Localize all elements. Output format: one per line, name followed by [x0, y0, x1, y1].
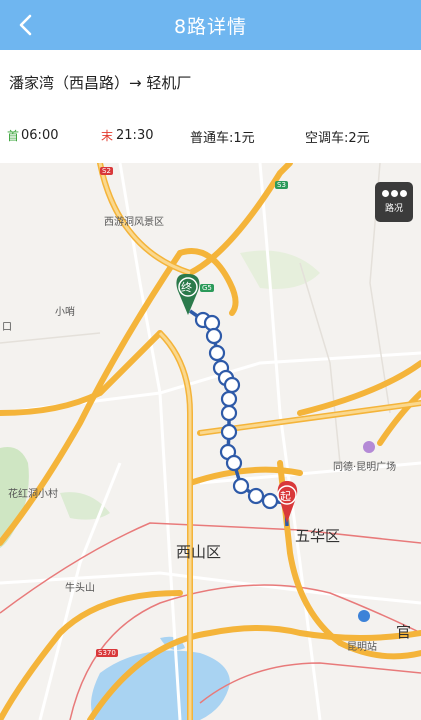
bus-stop[interactable] — [232, 477, 250, 495]
place-label: 小哨 — [55, 307, 75, 318]
place-label: 口 — [2, 322, 12, 333]
route-name: 潘家湾（西昌路）→ 轻机厂 — [9, 74, 192, 92]
chevron-left-icon — [19, 14, 32, 36]
start-marker-label: 起 — [280, 490, 291, 503]
page-title: 8路详情 — [173, 15, 248, 38]
traffic-toggle-label: 路况 — [384, 204, 403, 214]
district-label: 西山区 — [176, 543, 222, 561]
road-shield: S3 — [275, 181, 288, 189]
map-canvas[interactable] — [0, 163, 421, 720]
last-tag: 末 — [101, 129, 114, 143]
title-bar: 8路详情 — [0, 0, 421, 50]
park-area-3 — [240, 250, 320, 289]
normal-fare: 普通车:1元 — [190, 131, 255, 146]
place-label: 西游洞风景区 — [104, 217, 164, 228]
place-label: 花红洞小村 — [8, 489, 58, 500]
place-label: 官 — [396, 623, 412, 641]
train-station-icon — [358, 610, 370, 622]
end-marker-label: 终 — [181, 281, 192, 294]
expressways — [0, 163, 421, 720]
back-button[interactable] — [10, 9, 42, 41]
bus-stop[interactable] — [220, 423, 238, 441]
place-label: 昆明站 — [347, 642, 377, 653]
traffic-toggle-button[interactable]: 路况 — [375, 182, 413, 222]
bus-stop[interactable] — [223, 376, 241, 394]
place-label: 同德·昆明广场 — [333, 462, 397, 473]
first-tag: 首 — [7, 129, 20, 143]
road-shield: S370 — [96, 649, 118, 657]
first-time: 06:00 — [21, 128, 59, 143]
ac-fare: 空调车:2元 — [305, 131, 370, 146]
last-time: 21:30 — [116, 128, 154, 143]
bus-stop[interactable] — [205, 327, 223, 345]
road-shield: G5 — [200, 284, 214, 292]
bus-stop[interactable] — [225, 454, 243, 472]
bus-stop[interactable] — [220, 404, 238, 422]
route-map[interactable]: 终 起 S2 S3 G5 S370 西游洞风景区 小哨 口 花红洞小村 牛头山 … — [0, 163, 421, 720]
last-bus-time: 末 21:30 — [101, 127, 153, 144]
bus-stop[interactable] — [247, 487, 265, 505]
road-shield: S2 — [100, 167, 113, 175]
schedule-info-row: 首 06:00 末 21:30 普通车:1元 空调车:2元 — [0, 115, 421, 163]
bus-stop[interactable] — [261, 492, 279, 510]
place-label: 牛头山 — [65, 583, 95, 594]
traffic-light-icon — [381, 190, 407, 197]
district-label: 五华区 — [295, 527, 341, 545]
poi-icon — [363, 441, 375, 453]
first-bus-time: 首 06:00 — [7, 127, 58, 144]
bus-stop[interactable] — [220, 390, 238, 408]
bus-stop[interactable] — [203, 314, 221, 332]
lake — [91, 650, 230, 720]
bus-stop[interactable] — [208, 344, 226, 362]
